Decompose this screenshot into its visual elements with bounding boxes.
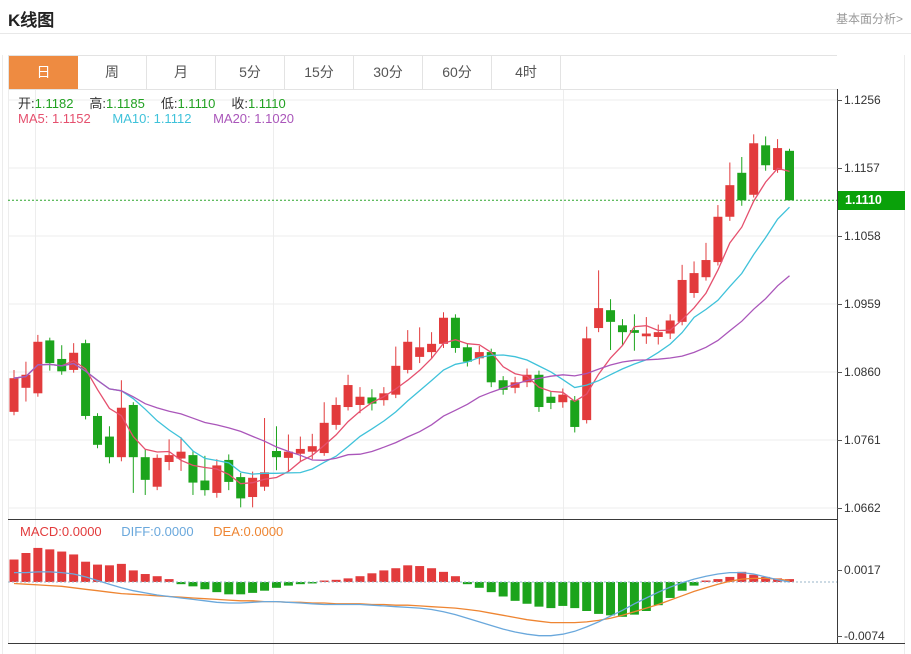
ma-readout: MA5: 1.1152 MA10: 1.1112 MA20: 1.1020 (18, 111, 312, 126)
diff-value: 0.0000 (154, 524, 194, 539)
fundamental-analysis-link[interactable]: 基本面分析> (836, 10, 903, 27)
ma5-value: 1.1152 (52, 111, 91, 126)
period-tabbar: 日周月5分15分30分60分4时 (8, 55, 837, 89)
open-value: 1.1182 (35, 96, 74, 111)
macd-value: 0.0000 (62, 524, 102, 539)
axis-label: 1.0959 (844, 297, 881, 311)
pane-separator (8, 519, 837, 520)
candlestick-chart[interactable] (8, 89, 837, 519)
low-value: 1.1110 (177, 96, 215, 111)
candles-layer (10, 134, 795, 507)
widget-border-left (2, 55, 3, 654)
axis-label: 1.0761 (844, 433, 881, 447)
close-value: 1.1110 (248, 96, 286, 111)
current-price-tag: 1.1110 (838, 191, 905, 210)
dea-label: DEA: (213, 524, 243, 539)
axis-tick (837, 440, 842, 441)
header-divider (0, 33, 911, 34)
low-label: 低: (161, 96, 178, 111)
plot-bottom-border (8, 643, 905, 644)
dea-value: 0.0000 (244, 524, 284, 539)
tab-30分[interactable]: 30分 (354, 56, 423, 89)
ma10-label: MA10: (112, 111, 150, 126)
ma20-label: MA20: (213, 111, 251, 126)
close-label: 收: (231, 96, 248, 111)
diff-label: DIFF: (121, 524, 154, 539)
axis-label: 1.1157 (844, 161, 880, 175)
axis-tick (837, 508, 842, 509)
axis-label: 1.0860 (844, 365, 881, 379)
axis-tick (837, 168, 842, 169)
axis-tick (837, 570, 842, 571)
ma5-label: MA5: (18, 111, 48, 126)
kline-widget: K线图 基本面分析> 日周月5分15分30分60分4时 开:1.1182高:1.… (0, 0, 911, 654)
page-title: K线图 (8, 6, 54, 31)
axis-tick (837, 636, 842, 637)
high-label: 高: (89, 96, 106, 111)
ohlc-readout: 开:1.1182高:1.1185低:1.1110收:1.1110 (18, 93, 302, 112)
open-label: 开: (18, 96, 35, 111)
axis-label: 1.0662 (844, 501, 881, 515)
tab-周[interactable]: 周 (78, 56, 147, 89)
axis-label: 1.1058 (844, 229, 881, 243)
axis-label: 1.1256 (844, 93, 881, 107)
macd-label: MACD: (20, 524, 62, 539)
axis-tick (837, 372, 842, 373)
macd-readout: MACD:0.0000 DIFF:0.0000 DEA:0.0000 (20, 524, 299, 539)
axis-tick (837, 100, 842, 101)
tab-60分[interactable]: 60分 (423, 56, 492, 89)
high-value: 1.1185 (106, 96, 145, 111)
tab-4时[interactable]: 4时 (492, 56, 561, 89)
axis-tick (837, 304, 842, 305)
axis-label: -0.0074 (844, 629, 885, 643)
axis-label: 0.0017 (844, 563, 881, 577)
tab-日[interactable]: 日 (9, 56, 78, 89)
ma20-value: 1.1020 (254, 111, 294, 126)
tab-月[interactable]: 月 (147, 56, 216, 89)
price-axis-line (837, 89, 838, 644)
tab-15分[interactable]: 15分 (285, 56, 354, 89)
tab-5分[interactable]: 5分 (216, 56, 285, 89)
axis-tick (837, 236, 842, 237)
widget-border-right (904, 55, 905, 654)
ma10-value: 1.1112 (154, 111, 192, 126)
